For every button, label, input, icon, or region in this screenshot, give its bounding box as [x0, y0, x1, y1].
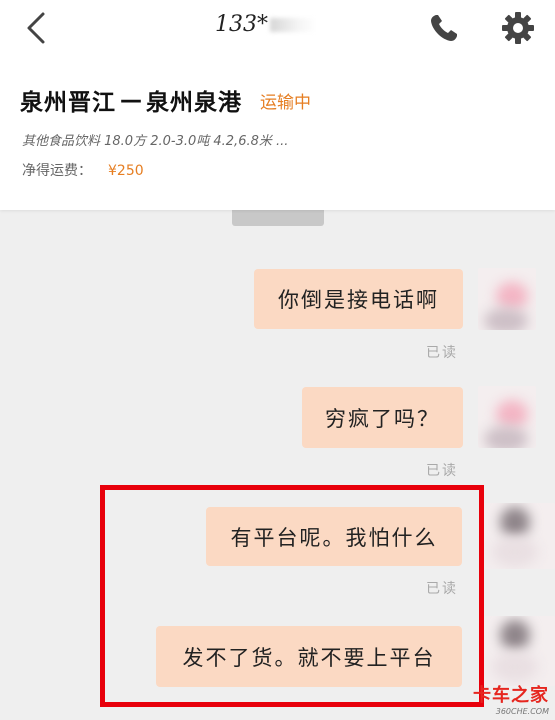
route-title: 泉州晋江 — 泉州泉港 运输中 [20, 82, 311, 118]
fee-amount: ¥250 [108, 163, 144, 179]
back-arrow-icon [27, 12, 45, 44]
fee-row: 净得运费： ¥250 [22, 160, 144, 180]
phone-icon [431, 15, 457, 41]
timestamp-pill [232, 210, 324, 226]
avatar[interactable] [478, 268, 536, 330]
message-bubble[interactable]: 穷疯了吗？ [302, 387, 463, 448]
contact-number: 133* [215, 12, 268, 37]
cargo-info: 其他食品饮料 18.0方 2.0-3.0吨 4.2,6.8米 ... [22, 134, 289, 149]
highlight-box [100, 485, 484, 707]
read-status: 已读 [426, 463, 458, 479]
watermark-site: 360CHE.COM [495, 707, 549, 716]
call-button[interactable] [424, 8, 464, 48]
order-header: 133* 泉州晋江 — 泉州泉港 运输中 其他食品饮料 18.0方 2.0-3.… [0, 0, 555, 210]
masked-number [270, 18, 316, 32]
route-arrow: — [120, 87, 142, 113]
fee-label: 净得运费： [22, 163, 92, 179]
watermark-brand: 卡车之家 [473, 685, 549, 706]
read-status: 已读 [426, 345, 458, 361]
contact-name: 133* [215, 12, 335, 42]
back-button[interactable] [18, 8, 54, 48]
route-destination: 泉州泉港 [146, 90, 242, 116]
top-bar: 133* [0, 0, 555, 60]
avatar[interactable] [484, 616, 555, 686]
message-bubble[interactable]: 你倒是接电话啊 [254, 269, 463, 329]
avatar[interactable] [484, 503, 555, 569]
route-origin: 泉州晋江 [20, 90, 116, 116]
watermark: 卡车之家 360CHE.COM [473, 681, 549, 716]
gear-icon [502, 12, 534, 44]
status-badge: 运输中 [260, 92, 311, 113]
settings-button[interactable] [496, 6, 540, 50]
avatar[interactable] [478, 386, 536, 448]
